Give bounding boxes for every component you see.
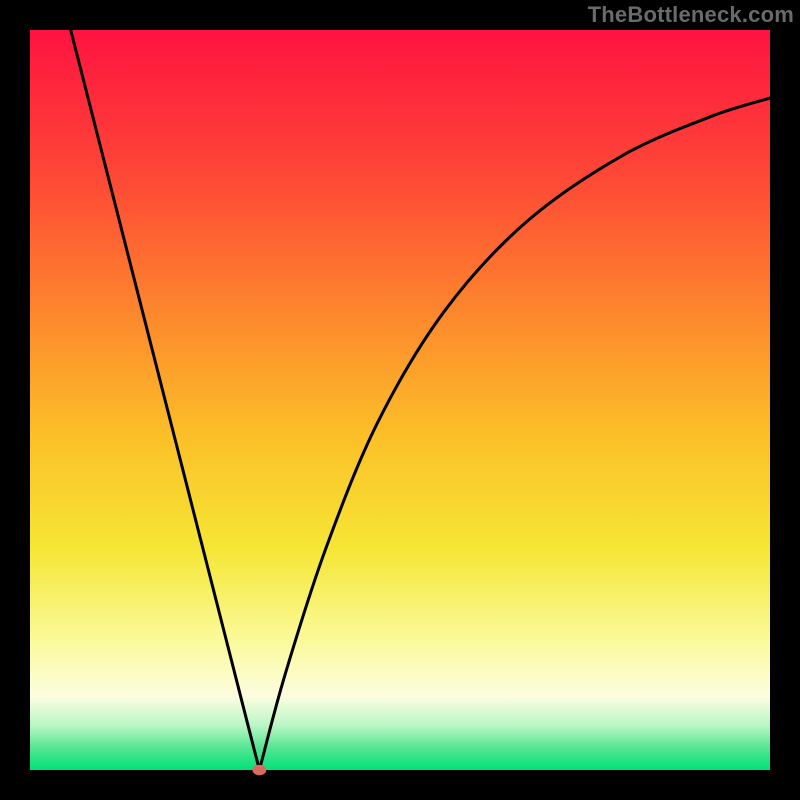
bottleneck-chart: TheBottleneck.com [0, 0, 800, 800]
gradient-background [30, 30, 770, 770]
watermark-text: TheBottleneck.com [588, 2, 794, 28]
optimal-point-marker [252, 765, 266, 776]
chart-svg [0, 0, 800, 800]
